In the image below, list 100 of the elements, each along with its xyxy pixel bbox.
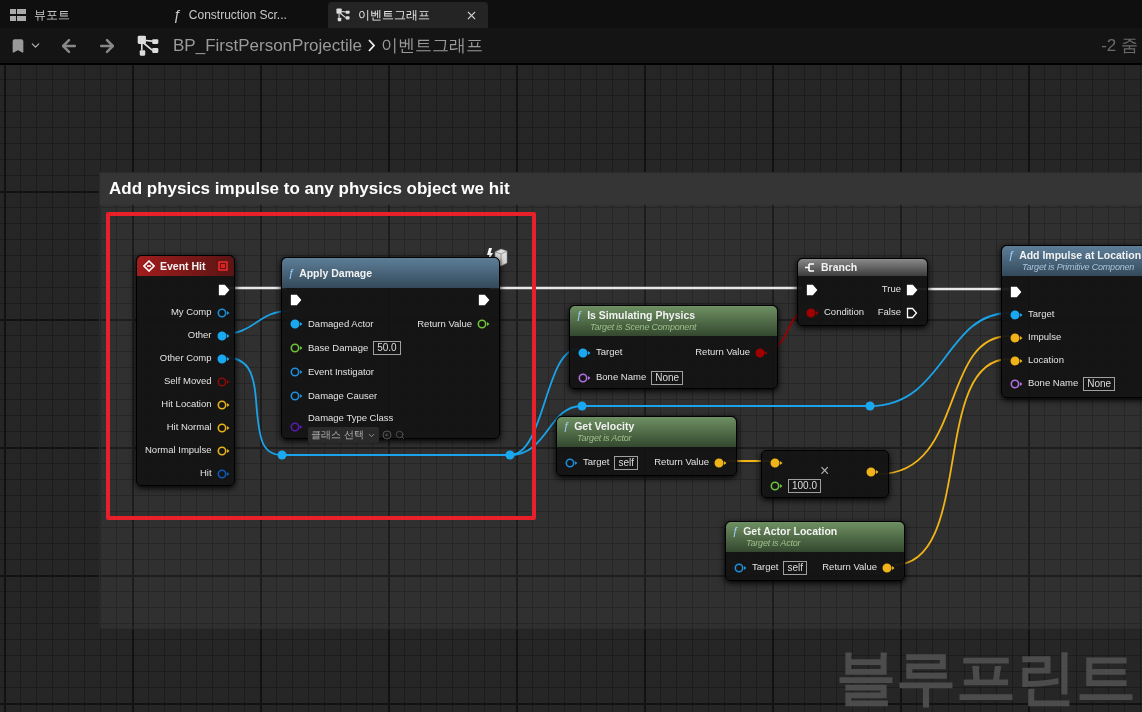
grid-icon [10,9,26,21]
breadcrumb-link[interactable]: 이벤트그래프 [380,32,483,59]
breadcrumb-link[interactable]: BP_FirstPersonProjectile [173,32,362,59]
data-pin-icon[interactable] [1010,378,1023,389]
blueprint-node[interactable]: ƒ Get Actor Location Target is Actor Target self Return Value [725,521,905,581]
pin-label: Return Value [695,345,750,360]
node-title: Branch [821,261,858,274]
bookmark-icon[interactable] [10,37,26,54]
exec-pin-icon[interactable] [906,306,918,319]
pin-label: Other [187,328,212,343]
data-pin-icon[interactable] [770,480,783,491]
event-icon [143,260,155,272]
branch-icon [804,262,816,273]
node-header[interactable]: ƒ Apply Damage [282,258,499,288]
pin-label: Impulse [1028,330,1062,345]
node-title: Get Actor Location [743,525,838,538]
blueprint-node[interactable]: ƒ Get Velocity Target is Actor Target self Return Value [556,416,737,476]
node-header[interactable]: ƒ Get Actor Location Target is Actor [726,522,904,552]
data-pin-icon[interactable] [216,399,230,410]
reroute-knot[interactable] [277,450,287,460]
node-header[interactable]: Branch [798,259,927,276]
pin-value-field[interactable]: self [614,455,638,470]
pin-label: Bone Name [1028,376,1079,391]
data-pin-icon[interactable] [216,422,230,433]
pin-label: Damaged Actor [308,316,374,331]
exec-pin-icon[interactable] [1010,285,1022,298]
node-title: Event Hit [160,259,206,273]
pin-label: Target [596,345,623,360]
data-pin-icon[interactable] [1010,309,1023,320]
pin-value-field[interactable]: 100.0 [788,478,822,493]
pin-label: Hit [199,466,212,481]
exec-pin-icon[interactable] [290,294,302,306]
pin-label: Bone Name [596,370,647,385]
data-pin-icon[interactable] [734,562,747,573]
blueprint-node[interactable]: Event Hit My Comp Other Other Comp Self Moved Hit Location Hit Normal Normal Impulse Hit [136,255,235,486]
reroute-knot[interactable] [505,450,515,460]
blueprint-node[interactable]: Branch Condition True False [797,258,928,326]
data-pin-icon[interactable] [477,319,490,329]
node-title: Add Impulse at Location [1019,249,1142,262]
pin-label: Other Comp [159,351,212,366]
data-pin-icon[interactable] [216,353,230,364]
data-pin-icon[interactable] [866,467,879,477]
data-pin-icon[interactable] [1010,332,1023,343]
pin-label: Return Value [822,560,877,575]
pin-label: Self Moved [164,374,212,389]
blueprint-node[interactable]: 100.0 × [761,450,889,498]
data-pin-icon[interactable] [714,457,727,468]
data-pin-icon[interactable] [216,445,230,456]
data-pin-icon[interactable] [290,391,303,401]
blueprint-node[interactable]: ƒ Is Simulating Physics Target is Scene Component Target Bone Name None Return Value [569,305,778,389]
data-pin-icon[interactable] [216,307,230,318]
node-header[interactable]: ƒ Get Velocity Target is Actor [557,417,736,447]
exec-pin-icon[interactable] [906,283,918,296]
pin-label: Location [1028,353,1064,368]
class-picker-dropdown[interactable]: 클래스 선택 [308,427,379,444]
pin-label: Damage Type Class [308,410,395,425]
comment-title[interactable]: Add physics impulse to any physics object we hit [100,173,1142,205]
blueprint-node[interactable]: ƒ Add Impulse at Location Target is Primitive Componen Target Impulse Location Bone Name None [1001,245,1142,398]
data-pin-icon[interactable] [565,457,578,468]
exec-pin-icon[interactable] [478,294,490,306]
zoom-level: -2 줌 [1101,34,1138,57]
pin-label: Normal Impulse [145,443,212,458]
pin-value-field[interactable]: 50.0 [373,341,401,355]
multiply-glyph: × [820,463,830,479]
data-pin-icon[interactable] [578,372,591,383]
delegate-pin-icon[interactable] [218,261,228,271]
reroute-knot[interactable] [577,401,587,411]
node-header[interactable]: Event Hit [137,256,234,276]
node-graph-icon [137,34,159,57]
data-pin-icon[interactable] [770,457,783,468]
function-glyph: ƒ [563,421,570,432]
pin-value-field[interactable]: None [651,370,684,385]
data-pin-icon[interactable] [1010,355,1023,366]
data-pin-icon[interactable] [290,343,303,353]
node-title: Apply Damage [299,266,373,280]
pin-label: Return Value [417,316,472,331]
node-header[interactable]: ƒ Is Simulating Physics Target is Scene Component [570,306,777,336]
data-pin-icon[interactable] [216,330,230,341]
data-pin-icon[interactable] [290,367,303,377]
data-pin-icon[interactable] [578,347,591,358]
pin-label: Base Damage [308,340,369,355]
pin-label: Event Instigator [308,364,374,379]
reroute-knot[interactable] [865,401,875,411]
pin-value-field[interactable]: None [1083,376,1116,391]
node-subtitle: Target is Scene Component [589,322,698,333]
data-pin-icon[interactable] [882,562,895,573]
data-pin-icon[interactable] [290,319,303,329]
node-header[interactable]: ƒ Add Impulse at Location Target is Primitive Componen [1002,246,1142,276]
editor-tab[interactable]: 이벤트그래프 [328,2,488,28]
exec-pin-icon[interactable] [217,283,230,296]
use-selected-icon[interactable] [381,430,392,441]
editor-tab[interactable]: 뷰포트 [0,2,165,28]
function-glyph: ƒ [576,310,583,321]
node-subtitle: Target is Primitive Componen [1021,262,1136,273]
pin-value-field[interactable]: self [783,560,807,575]
graph-canvas[interactable] [0,65,1142,712]
exec-pin-icon[interactable] [806,283,818,296]
editor-tab[interactable]: ƒ Construction Scr... [165,2,325,28]
node-title: Is Simulating Physics [587,309,696,322]
node-subtitle: Target is Actor [745,538,802,549]
